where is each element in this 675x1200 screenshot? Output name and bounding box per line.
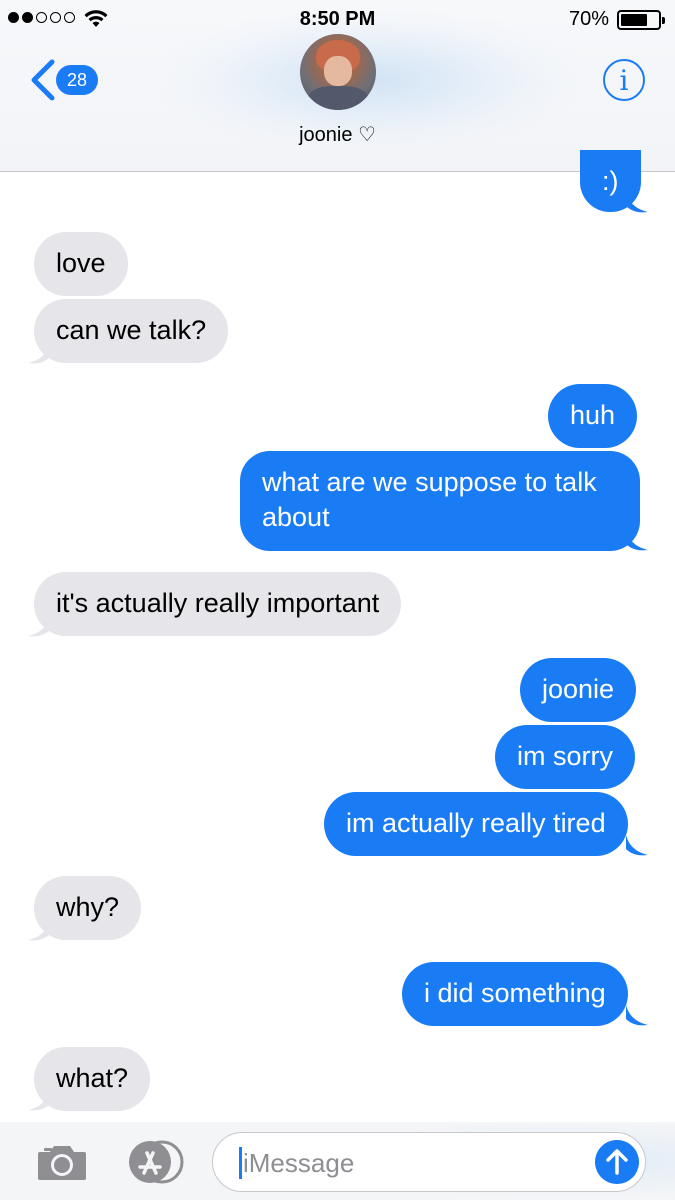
back-button[interactable]: 28 xyxy=(26,58,98,102)
battery-percent: 70% xyxy=(568,8,609,30)
contact-name[interactable]: joonie ♡ xyxy=(0,122,675,147)
message-bubble-outgoing[interactable]: joonie xyxy=(520,658,637,722)
message-bubble-outgoing[interactable]: i did something xyxy=(402,962,628,1026)
bubble-tail xyxy=(626,530,648,551)
message-input-placeholder: iMessage xyxy=(243,1148,355,1178)
message-bubble-incoming[interactable]: why? xyxy=(34,876,142,940)
message-bubble-incoming[interactable]: love xyxy=(34,232,128,296)
message-bubble-outgoing[interactable]: im actually really tired xyxy=(324,792,628,856)
info-icon[interactable]: i xyxy=(603,59,645,101)
bubble-tail xyxy=(28,920,50,941)
bubble-tail xyxy=(28,616,50,637)
app-store-icon[interactable] xyxy=(122,1140,184,1184)
bubble-tail xyxy=(626,835,648,856)
camera-icon[interactable] xyxy=(36,1142,88,1182)
message-input[interactable]: iMessage xyxy=(212,1132,646,1192)
bubble-tail xyxy=(626,1005,648,1026)
message-bubble-incoming[interactable]: can we talk? xyxy=(34,299,229,363)
battery-icon xyxy=(617,10,665,30)
message-bubble-incoming[interactable]: it's actually really important xyxy=(34,572,402,636)
message-input-bar: iMessage xyxy=(0,1122,675,1200)
message-bubble-outgoing[interactable]: huh xyxy=(548,384,638,448)
unread-count-badge: 28 xyxy=(56,65,98,95)
message-bubble-outgoing[interactable]: what are we suppose to talk about xyxy=(240,451,640,551)
contact-avatar[interactable] xyxy=(300,34,376,110)
message-bubble-outgoing[interactable]: im sorry xyxy=(495,725,635,789)
message-bubble-incoming[interactable]: what? xyxy=(34,1047,151,1111)
send-arrow-icon[interactable] xyxy=(595,1140,639,1184)
text-caret xyxy=(239,1147,242,1179)
bubble-tail xyxy=(28,343,50,364)
bubble-tail xyxy=(626,192,648,213)
bubble-tail xyxy=(28,1090,50,1111)
